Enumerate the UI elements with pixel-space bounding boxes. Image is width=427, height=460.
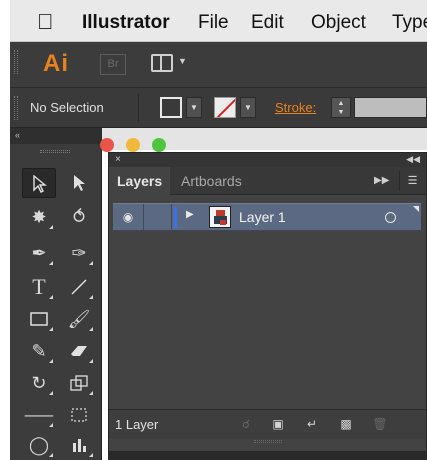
lasso-tool-icon[interactable]: ⥀ xyxy=(62,202,96,232)
curvature-tool-icon[interactable]: ✑ xyxy=(62,238,96,268)
tools-panel: « ✸ ⥀ ✒ ✑ T 🖌 ✎ ↻ ⸺ ◯ xyxy=(10,128,102,460)
arrange-documents-icon[interactable] xyxy=(151,54,173,72)
stroke-color-swatch[interactable] xyxy=(214,97,236,118)
direct-selection-tool-icon[interactable] xyxy=(62,168,96,198)
shape-builder-tool-icon[interactable]: ◯ xyxy=(22,430,56,460)
layers-panel: × ◀◀ Layers Artboards ▶▶ ☰ ◉ ▶ Layer 1 1… xyxy=(108,152,427,452)
divider xyxy=(138,94,139,122)
control-bar: No Selection ▼ ▼ Stroke: ▲ ▼ xyxy=(10,88,427,128)
panel-footer: 1 Layer ☌ ▣ ↵ ▩ 🗑 xyxy=(109,409,426,439)
magic-wand-tool-icon[interactable]: ✸ xyxy=(22,202,56,232)
document-window-titlebar xyxy=(100,128,427,152)
tab-layers[interactable]: Layers xyxy=(109,167,171,195)
expand-panel-icon[interactable]: ▶▶ xyxy=(374,175,389,186)
chevron-down-icon[interactable]: ▼ xyxy=(178,56,187,66)
selection-tool-icon[interactable] xyxy=(22,168,56,198)
app-bar-grip[interactable] xyxy=(14,50,18,74)
locate-object-icon[interactable]: ☌ xyxy=(237,416,255,432)
type-tool-icon[interactable]: T xyxy=(22,272,56,302)
paintbrush-tool-icon[interactable]: 🖌 xyxy=(62,304,96,334)
menu-edit[interactable]: Edit xyxy=(251,12,284,34)
collapse-panel-icon[interactable]: ◀◀ xyxy=(406,154,420,165)
layer-thumbnail xyxy=(209,206,231,228)
bridge-button[interactable]: Br xyxy=(100,54,126,75)
tab-artboards[interactable]: Artboards xyxy=(173,167,250,195)
create-new-layer-icon[interactable]: ▩ xyxy=(337,416,355,432)
pencil-tool-icon[interactable]: ✎ xyxy=(22,336,56,366)
control-bar-grip[interactable] xyxy=(14,96,18,120)
panel-menu-icon[interactable]: ☰ xyxy=(399,171,425,191)
layer-color-indicator xyxy=(174,207,177,228)
rotate-tool-icon[interactable]: ↻ xyxy=(22,368,56,398)
make-clipping-mask-icon[interactable]: ▣ xyxy=(269,416,287,432)
create-sublayer-icon[interactable]: ↵ xyxy=(303,416,321,432)
panel-tabs: Layers Artboards ▶▶ ☰ xyxy=(109,167,426,195)
divider xyxy=(171,204,172,230)
stroke-label-link[interactable]: Stroke: xyxy=(275,100,316,115)
application-bar: Ai Br ▼ xyxy=(10,42,427,88)
selection-status: No Selection xyxy=(30,100,104,115)
eye-icon[interactable]: ◉ xyxy=(117,207,139,227)
target-circle-icon[interactable] xyxy=(385,212,396,223)
free-transform-tool-icon[interactable] xyxy=(62,400,96,430)
line-segment-tool-icon[interactable] xyxy=(62,272,96,302)
close-icon[interactable]: × xyxy=(115,154,121,165)
menu-file[interactable]: File xyxy=(198,12,229,34)
illustrator-logo: Ai xyxy=(43,50,69,77)
layer-name[interactable]: Layer 1 xyxy=(239,209,286,225)
fill-color-swatch[interactable] xyxy=(160,97,182,118)
rectangle-tool-icon[interactable] xyxy=(22,304,56,334)
eraser-tool-icon[interactable] xyxy=(62,336,96,366)
selection-indicator[interactable] xyxy=(413,206,419,212)
stroke-weight-input[interactable] xyxy=(354,97,427,118)
menu-type[interactable]: Type xyxy=(392,12,427,34)
pen-tool-icon[interactable]: ✒ xyxy=(22,238,56,268)
panel-resize-grip[interactable] xyxy=(254,440,282,443)
stroke-dropdown-button[interactable]: ▼ xyxy=(240,97,256,118)
apple-icon[interactable]:  xyxy=(37,9,54,35)
trash-icon[interactable]: 🗑 xyxy=(371,416,389,432)
collapse-panel-icon[interactable]: « xyxy=(10,128,102,144)
fill-dropdown-button[interactable]: ▼ xyxy=(186,97,202,118)
graph-tool-icon[interactable] xyxy=(62,430,96,460)
stroke-weight-spinner[interactable]: ▲ ▼ xyxy=(331,97,351,118)
document-window-edge xyxy=(108,452,427,460)
menu-bar:  Illustrator File Edit Object Type xyxy=(10,0,427,42)
expand-triangle-icon[interactable]: ▶ xyxy=(186,209,194,220)
width-tool-icon[interactable]: ⸺ xyxy=(22,400,56,430)
layer-count: 1 Layer xyxy=(115,417,159,432)
divider xyxy=(143,204,144,230)
panel-header: × ◀◀ xyxy=(109,153,426,167)
minimize-window-button[interactable] xyxy=(126,138,140,152)
close-window-button[interactable] xyxy=(100,138,114,152)
tools-panel-grip[interactable] xyxy=(40,150,70,153)
scale-tool-icon[interactable] xyxy=(62,368,96,398)
zoom-window-button[interactable] xyxy=(152,138,166,152)
menu-illustrator[interactable]: Illustrator xyxy=(82,12,170,34)
menu-object[interactable]: Object xyxy=(311,12,366,34)
layer-row[interactable]: ◉ ▶ Layer 1 xyxy=(113,203,421,231)
